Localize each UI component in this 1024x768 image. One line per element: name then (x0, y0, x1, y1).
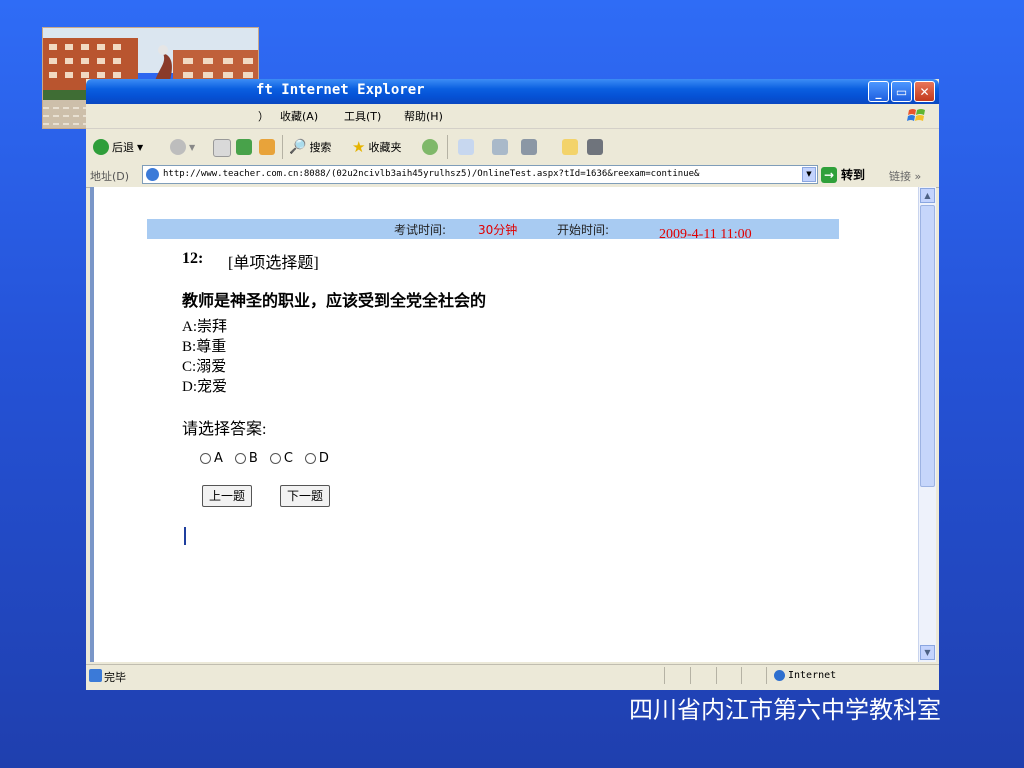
start-time-value: 2009-4-11 11:00 (659, 227, 752, 242)
address-input[interactable]: http://www.teacher.com.cn:8088/(02u2nciv… (142, 165, 818, 184)
window-title: ft Internet Explorer (256, 82, 425, 98)
radio-circle-icon[interactable] (200, 453, 211, 464)
home-icon[interactable] (259, 139, 275, 155)
status-divider (690, 667, 691, 684)
status-divider (766, 667, 767, 684)
go-button[interactable]: → 转到 (821, 166, 865, 183)
dropdown-arrow-icon: ▼ (137, 142, 144, 152)
radio-circle-icon[interactable] (234, 453, 246, 464)
ie-window: ft Internet Explorer _ ▭ ✕ ） 收藏(A) 工具(T)… (86, 79, 939, 690)
footer-caption: 四川省内江市第六中学教科室 (629, 698, 941, 724)
answer-prompt: 请选择答案: (182, 421, 267, 438)
question-text: 教师是神圣的职业，应该受到全党全社会的 (182, 293, 487, 310)
option-d: D:宠爱 (182, 379, 228, 395)
status-divider (716, 667, 717, 684)
scroll-up-icon[interactable]: ▲ (920, 188, 935, 203)
scroll-down-icon[interactable]: ▼ (920, 645, 935, 660)
option-b: B:尊重 (182, 339, 227, 355)
radio-circle-icon[interactable] (269, 453, 281, 464)
address-label: 地址(D) (90, 170, 130, 183)
print-icon[interactable] (492, 139, 508, 155)
time-label: 考试时间: (394, 223, 447, 237)
menu-help[interactable]: 帮助(H) (404, 108, 443, 124)
go-label: 转到 (841, 168, 866, 182)
toolbar-separator (282, 135, 283, 159)
search-icon: 🔎 (289, 139, 307, 155)
search-label: 搜索 (309, 141, 332, 154)
back-label: 后退 (112, 141, 134, 154)
option-a: A:崇拜 (182, 319, 228, 335)
globe-icon (774, 670, 785, 681)
option-c: C:溺爱 (182, 359, 227, 375)
status-bar: 完毕 Internet (86, 664, 939, 687)
menu-view[interactable]: ） (258, 108, 269, 124)
search-button[interactable]: 🔎 搜索 (289, 137, 331, 157)
forward-button[interactable]: ▼ (170, 137, 195, 157)
radio-circle-icon[interactable] (304, 453, 316, 464)
toolbar: 后退 ▼ ▼ 🔎 搜索 ★ 收藏夹 (86, 129, 939, 164)
toolbar-separator (447, 135, 448, 159)
refresh-icon[interactable] (236, 139, 252, 155)
favorites-label: 收藏夹 (368, 141, 402, 154)
back-button[interactable]: 后退 ▼ (93, 137, 143, 157)
menu-bar: ） 收藏(A) 工具(T) 帮助(H) (86, 104, 939, 129)
folder-icon[interactable] (562, 139, 578, 155)
choice-a-radio[interactable]: A (200, 451, 223, 466)
go-arrow-icon: → (821, 166, 837, 183)
messenger-icon[interactable] (587, 139, 603, 155)
vertical-scrollbar[interactable]: ▲ ▼ (918, 187, 936, 662)
prev-question-button[interactable]: 上一题 (202, 485, 253, 507)
status-divider (664, 667, 665, 684)
answer-choices: A B C D (200, 451, 329, 466)
title-bar[interactable]: ft Internet Explorer _ ▭ ✕ (86, 79, 939, 104)
status-text: 完毕 (104, 671, 126, 684)
mail-icon[interactable] (458, 139, 474, 155)
next-question-button[interactable]: 下一题 (280, 485, 331, 507)
time-value: 30分钟 (478, 223, 518, 237)
address-url: http://www.teacher.com.cn:8088/(02u2nciv… (163, 169, 700, 179)
question-type: [单项选择题] (228, 255, 319, 272)
address-dropdown-icon[interactable]: ▼ (802, 167, 816, 182)
edit-icon[interactable] (521, 139, 537, 155)
address-bar: 地址(D) http://www.teacher.com.cn:8088/(02… (86, 163, 939, 188)
forward-arrow-icon (170, 139, 186, 155)
more-chevron-icon[interactable]: » (915, 170, 922, 183)
security-zone: Internet (788, 670, 837, 681)
menu-favorites[interactable]: 收藏(A) (280, 108, 318, 124)
maximize-button[interactable]: ▭ (891, 81, 912, 102)
page-done-icon (89, 669, 102, 682)
favorites-button[interactable]: ★ 收藏夹 (352, 137, 401, 157)
back-arrow-icon (93, 139, 109, 155)
close-button[interactable]: ✕ (914, 81, 935, 102)
links-label[interactable]: 链接 » (889, 168, 921, 184)
links-text: 链接 (889, 170, 911, 183)
dropdown-arrow-icon: ▼ (189, 142, 196, 152)
choice-b-radio[interactable]: B (234, 451, 258, 466)
menu-tools[interactable]: 工具(T) (344, 108, 381, 124)
status-divider (741, 667, 742, 684)
text-cursor (184, 527, 186, 545)
star-icon: ★ (352, 138, 366, 156)
stop-icon[interactable] (213, 139, 231, 157)
choice-c-radio[interactable]: C (269, 451, 293, 466)
page-content: 考试时间: 30分钟 开始时间: 2009-4-11 11:00 12: [单项… (90, 187, 918, 662)
windows-flag-icon (907, 109, 925, 121)
page-icon (146, 168, 159, 181)
start-label: 开始时间: (557, 223, 610, 237)
choice-d-radio[interactable]: D (304, 451, 329, 466)
history-icon[interactable] (422, 139, 438, 155)
question-number: 12: (182, 250, 204, 267)
minimize-button[interactable]: _ (868, 81, 889, 102)
scroll-thumb[interactable] (920, 205, 935, 487)
